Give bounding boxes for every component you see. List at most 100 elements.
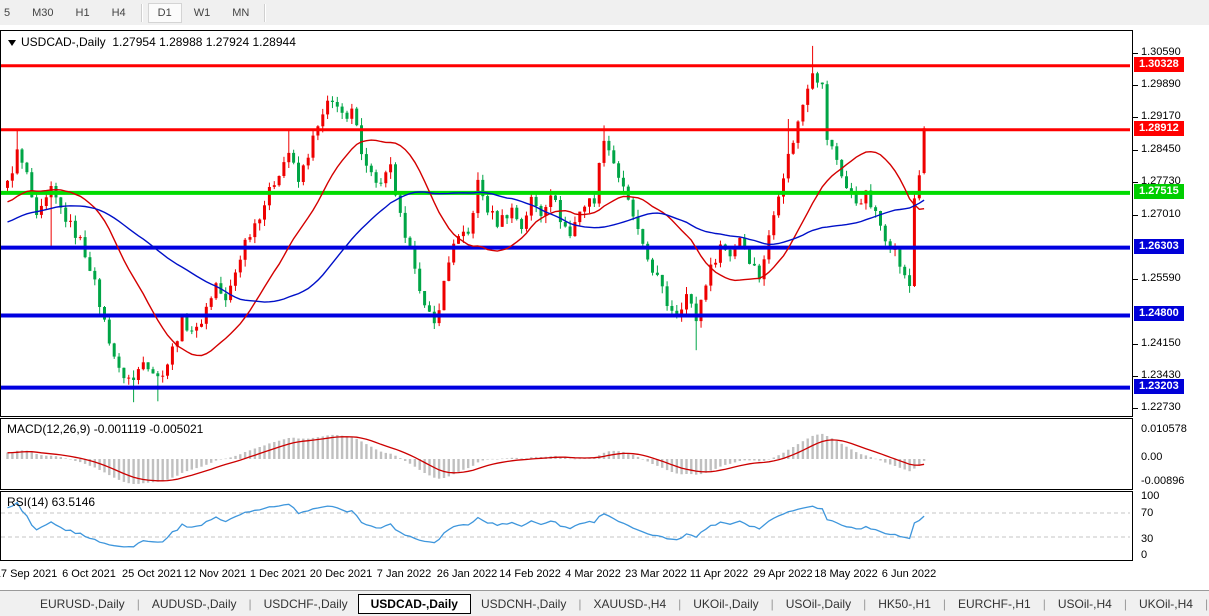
candle-body xyxy=(404,213,407,238)
macd-histogram-bar xyxy=(147,459,149,483)
macd-histogram-bar xyxy=(399,458,401,459)
timeframe-button-h4[interactable]: H4 xyxy=(102,3,136,23)
chart-tab-xauusd-h4[interactable]: XAUUSD-,H4 xyxy=(583,594,676,614)
candlestick-chart[interactable] xyxy=(1,31,1130,414)
candle-body xyxy=(64,208,67,222)
date-tick-label: 18 May 2022 xyxy=(814,568,878,580)
candle-body xyxy=(777,197,780,216)
candle-body xyxy=(569,227,572,237)
trading-terminal-window: 5M30H1H4 D1W1MN USDCAD-,Daily 1.27954 1.2… xyxy=(0,0,1209,616)
chart-tab-usdchf-daily[interactable]: USDCHF-,Daily xyxy=(254,594,358,614)
macd-histogram-bar xyxy=(569,459,571,460)
candle-body xyxy=(884,226,887,242)
timeframe-button-h1[interactable]: H1 xyxy=(66,3,100,23)
macd-histogram-bar xyxy=(651,459,653,464)
candle-body xyxy=(137,369,140,380)
candle-body xyxy=(79,237,82,238)
rsi-indicator-panel[interactable]: RSI(14) 63.5146 xyxy=(0,491,1133,561)
chart-tab-ukoil-h4[interactable]: UKOil-,H4 xyxy=(1129,594,1203,614)
timeframe-button-d1[interactable]: D1 xyxy=(148,3,182,23)
candle-body xyxy=(874,207,877,211)
candle-body xyxy=(156,373,159,376)
date-tick-label: 23 Mar 2022 xyxy=(625,568,687,580)
macd-histogram-bar xyxy=(894,459,896,466)
candle-body xyxy=(166,365,169,376)
axis-tick-mark xyxy=(1133,85,1138,86)
candle-body xyxy=(496,211,499,227)
price-axis: 1.305901.298901.291701.284501.277301.270… xyxy=(1133,26,1209,586)
macd-indicator-panel[interactable]: MACD(12,26,9) -0.001119 -0.005021 xyxy=(0,418,1133,490)
chart-tab-usoil-h4[interactable]: USOil-,H4 xyxy=(1048,594,1122,614)
macd-histogram-bar xyxy=(729,459,731,464)
chart-tab-hk50-h1[interactable]: HK50-,H1 xyxy=(868,594,941,614)
timeframe-button-5[interactable]: 5 xyxy=(0,3,20,23)
timeframe-button-m30[interactable]: M30 xyxy=(22,3,63,23)
candle-body xyxy=(98,279,101,307)
candle-body xyxy=(714,263,717,265)
rsi-axis-label: 100 xyxy=(1141,490,1159,502)
macd-histogram-bar xyxy=(380,452,382,459)
axis-tick-mark xyxy=(1133,182,1138,183)
macd-axis-label: 0.00 xyxy=(1141,451,1162,463)
candle-body xyxy=(622,178,625,187)
candle-body xyxy=(821,83,824,85)
date-tick-label: 11 Apr 2022 xyxy=(690,568,749,580)
macd-histogram-bar xyxy=(370,447,372,459)
chart-tab-usoil-daily[interactable]: USOil-,Daily xyxy=(776,594,861,614)
candle-body xyxy=(923,128,926,173)
chart-tab-eurusd-daily[interactable]: EURUSD-,Daily xyxy=(30,594,135,614)
date-tick-label: 26 Jan 2022 xyxy=(437,568,498,580)
candle-body xyxy=(593,198,596,203)
date-axis: 17 Sep 20216 Oct 202125 Oct 202112 Nov 2… xyxy=(0,564,1131,586)
candle-body xyxy=(74,221,77,238)
candle-body xyxy=(564,222,567,227)
macd-histogram-bar xyxy=(307,439,309,459)
candle-body xyxy=(113,343,116,356)
macd-histogram-bar xyxy=(579,459,581,460)
candle-body xyxy=(583,207,586,212)
macd-histogram-bar xyxy=(647,459,649,462)
candle-body xyxy=(292,153,295,163)
tab-separator: | xyxy=(941,597,948,611)
candle-body xyxy=(787,154,790,179)
macd-histogram-bar xyxy=(811,436,813,459)
chart-tab-ukoil-daily[interactable]: UKOil-,Daily xyxy=(683,594,768,614)
chart-tab-usdcad-daily[interactable]: USDCAD-,Daily xyxy=(358,594,471,614)
rsi-axis-label: 0 xyxy=(1141,549,1147,561)
candle-body xyxy=(447,263,450,281)
macd-histogram-bar xyxy=(365,444,367,459)
candle-body xyxy=(394,164,397,195)
rsi-chart[interactable] xyxy=(1,492,1130,558)
chart-dropdown-icon[interactable] xyxy=(8,40,16,46)
candle-body xyxy=(603,141,606,163)
price-tick-label: 1.25590 xyxy=(1141,272,1181,284)
main-chart-panel[interactable]: USDCAD-,Daily 1.27954 1.28988 1.27924 1.… xyxy=(0,30,1133,417)
candle-body xyxy=(501,215,504,227)
candle-body xyxy=(607,141,610,150)
macd-histogram-bar xyxy=(278,441,280,459)
macd-histogram-bar xyxy=(123,459,125,482)
candle-body xyxy=(350,109,353,119)
timeframe-button-mn[interactable]: MN xyxy=(222,3,259,23)
candle-body xyxy=(443,281,446,310)
macd-histogram-bar xyxy=(836,441,838,459)
candle-body xyxy=(244,240,247,260)
candle-body xyxy=(831,140,834,146)
macd-histogram-bar xyxy=(55,456,57,459)
macd-histogram-bar xyxy=(923,459,925,461)
rsi-axis-label: 70 xyxy=(1141,507,1153,519)
macd-histogram-bar xyxy=(443,459,445,478)
candle-body xyxy=(845,176,848,188)
macd-histogram-bar xyxy=(748,459,750,460)
chart-tab-audusd-daily[interactable]: AUDUSD-,Daily xyxy=(142,594,247,614)
chart-tab-eurchf-h1[interactable]: EURCHF-,H1 xyxy=(948,594,1041,614)
timeframe-button-w1[interactable]: W1 xyxy=(184,3,221,23)
axis-tick-mark xyxy=(1133,150,1138,151)
macd-histogram-bar xyxy=(389,454,391,459)
chart-tab-usdcnh-daily[interactable]: USDCNH-,Daily xyxy=(471,594,576,614)
macd-histogram-bar xyxy=(176,459,178,476)
candle-body xyxy=(578,212,581,223)
macd-histogram-bar xyxy=(491,459,493,460)
macd-histogram-bar xyxy=(40,455,42,459)
candle-body xyxy=(598,163,601,204)
